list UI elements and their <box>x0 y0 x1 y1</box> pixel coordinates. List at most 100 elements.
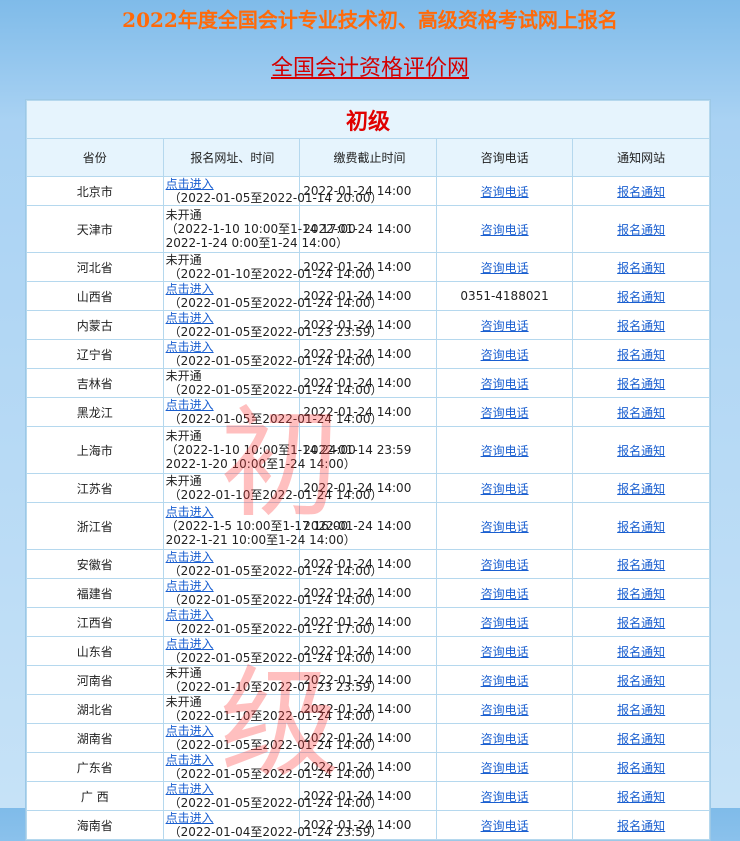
enter-registration-link[interactable]: 点击进入 <box>166 724 214 738</box>
province-cell: 湖北省 <box>26 694 164 724</box>
registration-cell: 点击进入（2022-01-04至2022-01-24 23:59） <box>162 810 382 840</box>
enter-registration-link[interactable]: 点击进入 <box>166 811 214 825</box>
province-cell: 浙江省 <box>26 502 164 550</box>
notice-cell: 报名通知 <box>572 339 710 369</box>
consult-phone-link[interactable]: 咨询电话 <box>481 674 529 688</box>
enter-registration-link[interactable]: 点击进入 <box>166 637 214 651</box>
registration-notice-link[interactable]: 报名通知 <box>617 674 665 688</box>
registration-notice-link[interactable]: 报名通知 <box>617 761 665 775</box>
registration-notice-link[interactable]: 报名通知 <box>617 790 665 804</box>
registration-notice-link[interactable]: 报名通知 <box>617 703 665 717</box>
registration-cell: 点击进入（2022-01-05至2022-01-24 14:00） <box>162 281 382 311</box>
consult-phone-link[interactable]: 咨询电话 <box>481 819 529 833</box>
notice-cell: 报名通知 <box>572 810 710 840</box>
notice-cell: 报名通知 <box>572 252 710 282</box>
consult-phone-link[interactable]: 咨询电话 <box>481 185 529 199</box>
notice-cell: 报名通知 <box>572 281 710 311</box>
consult-phone-link[interactable]: 咨询电话 <box>481 520 529 534</box>
consult-phone-link[interactable]: 咨询电话 <box>481 261 529 275</box>
consult-phone-link[interactable]: 咨询电话 <box>481 444 529 458</box>
enter-registration-link[interactable]: 点击进入 <box>166 782 214 796</box>
table-row: 山东省 点击进入（2022-01-05至2022-01-24 14:00） 2022… <box>26 636 710 666</box>
notice-cell: 报名通知 <box>572 752 710 782</box>
registration-notice-link[interactable]: 报名通知 <box>617 616 665 630</box>
consult-phone-link[interactable]: 咨询电话 <box>481 732 529 746</box>
not-open-label: 未开通 <box>165 429 202 443</box>
registration-notice-link[interactable]: 报名通知 <box>617 319 665 333</box>
consult-phone-link[interactable]: 咨询电话 <box>481 703 529 717</box>
enter-registration-link[interactable]: 点击进入 <box>166 177 214 191</box>
registration-cell: 点击进入（2022-01-05至2022-01-24 14:00） <box>162 549 382 579</box>
consult-phone-link[interactable]: 咨询电话 <box>481 406 529 420</box>
province-cell: 广 西 <box>26 781 164 811</box>
enter-registration-link[interactable]: 点击进入 <box>166 340 214 354</box>
registration-notice-link[interactable]: 报名通知 <box>617 482 665 496</box>
consult-phone-link[interactable]: 咨询电话 <box>481 790 529 804</box>
registration-notice-link[interactable]: 报名通知 <box>617 348 665 362</box>
registration-notice-link[interactable]: 报名通知 <box>617 732 665 746</box>
phone-cell: 咨询电话 <box>435 810 574 840</box>
table-row: 河北省 未开通（2022-01-10至2022-01-24 14:00） 2022-… <box>26 252 710 282</box>
site-link[interactable]: 全国会计资格评价网 <box>271 56 469 81</box>
enter-registration-link[interactable]: 点击进入 <box>166 282 214 296</box>
enter-registration-link[interactable]: 点击进入 <box>166 311 214 325</box>
registration-notice-link[interactable]: 报名通知 <box>617 261 665 275</box>
table-row: 安徽省 点击进入（2022-01-05至2022-01-24 14:00） 2022… <box>26 549 710 579</box>
registration-notice-link[interactable]: 报名通知 <box>617 558 665 572</box>
phone-cell: 咨询电话 <box>435 578 574 608</box>
registration-notice-link[interactable]: 报名通知 <box>617 587 665 601</box>
consult-phone-link[interactable]: 咨询电话 <box>481 482 529 496</box>
registration-notice-link[interactable]: 报名通知 <box>617 185 665 199</box>
table-row: 湖南省 点击进入（2022-01-05至2022-01-24 14:00） 2022… <box>26 723 710 753</box>
registration-cell: 未开通（2022-01-05至2022-01-24 14:00） <box>162 368 382 398</box>
consult-phone-link[interactable]: 咨询电话 <box>481 558 529 572</box>
enter-registration-link[interactable]: 点击进入 <box>166 579 214 593</box>
consult-phone-link[interactable]: 咨询电话 <box>481 223 529 237</box>
registration-notice-link[interactable]: 报名通知 <box>617 819 665 833</box>
column-header-registration: 报名网址、时间 <box>162 138 301 177</box>
registration-cell: 点击进入（2022-01-05至2022-01-14 20:00） <box>162 176 382 206</box>
not-open-label: 未开通 <box>165 369 202 383</box>
phone-cell: 咨询电话 <box>435 723 574 753</box>
phone-cell: 咨询电话 <box>435 397 574 427</box>
consult-phone-link[interactable]: 咨询电话 <box>481 319 529 333</box>
registration-cell: 点击进入（2022-01-05至2022-01-24 14:00） <box>162 781 382 811</box>
phone-cell: 0351-4188021 <box>435 281 574 311</box>
registration-notice-link[interactable]: 报名通知 <box>617 444 665 458</box>
notice-cell: 报名通知 <box>572 665 710 695</box>
registration-period: 2022-1-20 10:00至1-24 14:00） <box>165 457 356 471</box>
registration-cell: 未开通（2022-01-10至2022-01-24 14:00） <box>162 252 382 282</box>
consult-phone-link[interactable]: 咨询电话 <box>481 761 529 775</box>
notice-cell: 报名通知 <box>572 368 710 398</box>
enter-registration-link[interactable]: 点击进入 <box>166 505 214 519</box>
consult-phone-link[interactable]: 咨询电话 <box>481 645 529 659</box>
registration-notice-link[interactable]: 报名通知 <box>617 645 665 659</box>
not-open-label: 未开通 <box>165 208 202 222</box>
consult-phone-link[interactable]: 咨询电话 <box>481 616 529 630</box>
consult-phone-link[interactable]: 咨询电话 <box>481 587 529 601</box>
enter-registration-link[interactable]: 点击进入 <box>166 398 214 412</box>
registration-notice-link[interactable]: 报名通知 <box>617 406 665 420</box>
phone-cell: 咨询电话 <box>435 636 574 666</box>
table-row: 江西省 点击进入（2022-01-05至2022-01-21 17:00） 2022… <box>26 607 710 637</box>
registration-notice-link[interactable]: 报名通知 <box>617 290 665 304</box>
registration-cell: 点击进入（2022-01-05至2022-01-24 14:00） <box>162 397 382 427</box>
phone-cell: 咨询电话 <box>435 502 574 550</box>
phone-cell: 咨询电话 <box>435 694 574 724</box>
registration-notice-link[interactable]: 报名通知 <box>617 223 665 237</box>
province-cell: 上海市 <box>26 426 164 474</box>
phone-cell: 咨询电话 <box>435 665 574 695</box>
phone-number: 0351-4188021 <box>460 289 549 303</box>
phone-cell: 咨询电话 <box>435 176 574 206</box>
enter-registration-link[interactable]: 点击进入 <box>166 550 214 564</box>
table-row: 北京市 点击进入（2022-01-05至2022-01-14 20:00） 2022… <box>26 176 710 206</box>
registration-notice-link[interactable]: 报名通知 <box>617 377 665 391</box>
table-row: 江苏省 未开通（2022-01-10至2022-01-24 14:00） 2022-… <box>26 473 710 503</box>
table-row: 黑龙江 点击进入（2022-01-05至2022-01-24 14:00） 2022… <box>26 397 710 427</box>
notice-cell: 报名通知 <box>572 426 710 474</box>
consult-phone-link[interactable]: 咨询电话 <box>481 348 529 362</box>
enter-registration-link[interactable]: 点击进入 <box>166 608 214 622</box>
consult-phone-link[interactable]: 咨询电话 <box>481 377 529 391</box>
enter-registration-link[interactable]: 点击进入 <box>166 753 214 767</box>
registration-notice-link[interactable]: 报名通知 <box>617 520 665 534</box>
